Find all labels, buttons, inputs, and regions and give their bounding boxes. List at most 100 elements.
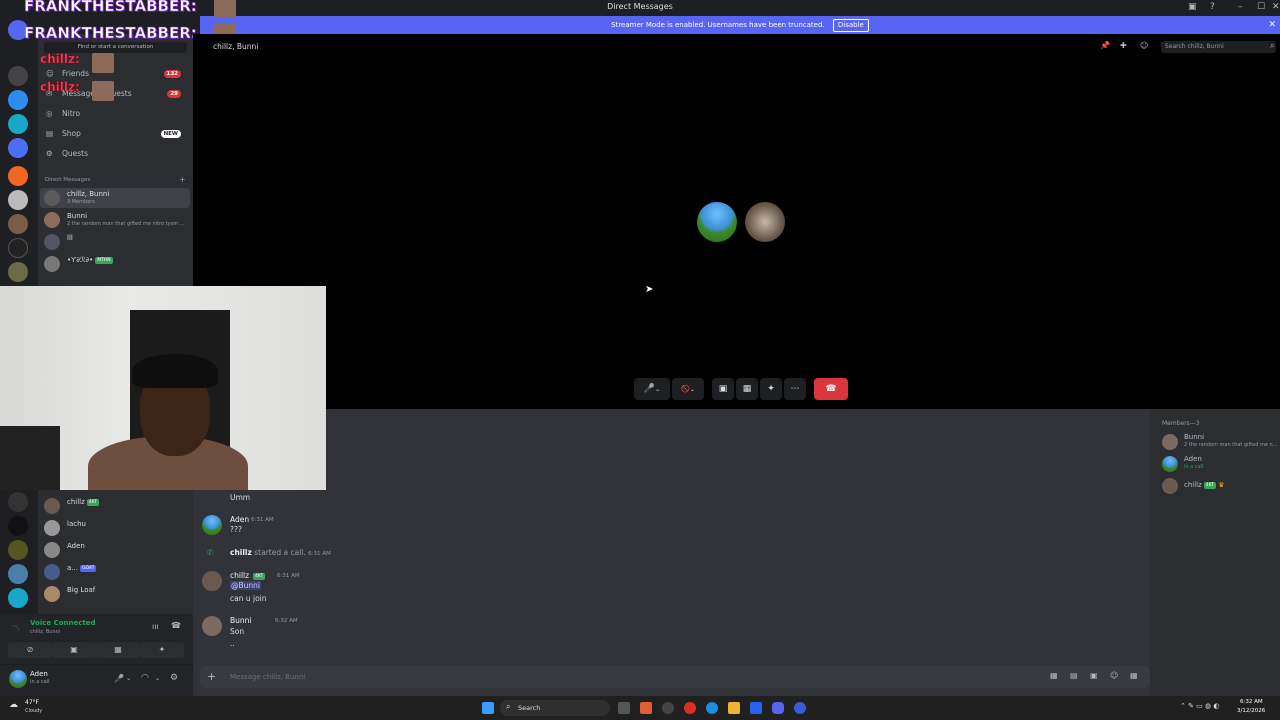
server-icon[interactable] xyxy=(8,238,28,258)
dm-item[interactable]: a... GOAT xyxy=(40,562,190,582)
file-explorer-icon[interactable] xyxy=(728,702,740,714)
more-options-button[interactable]: ⋯ xyxy=(784,378,806,400)
server-icon[interactable] xyxy=(8,214,28,234)
dm-item[interactable]: lachu xyxy=(40,518,190,538)
attach-icon[interactable]: + xyxy=(207,670,216,683)
message-composer[interactable]: + Message chillz, Bunni ▦ ▤ ▣ ☺ ▦ xyxy=(200,666,1150,688)
discord-icon[interactable] xyxy=(772,702,784,714)
avatar[interactable] xyxy=(202,571,222,591)
soundboard-button[interactable]: ✦ xyxy=(140,642,184,658)
app-icon[interactable] xyxy=(794,702,806,714)
start-icon[interactable] xyxy=(482,702,494,714)
dm-item[interactable]: •Ƴ∂ℛ∂• MTHN xyxy=(40,254,190,274)
clock-time[interactable]: 6:32 AM xyxy=(1240,699,1263,705)
close-banner-icon[interactable]: ✕ xyxy=(1268,16,1276,34)
dm-item[interactable]: Aden xyxy=(40,540,190,560)
copilot-icon[interactable] xyxy=(640,702,652,714)
chevron-down-icon[interactable]: ⌄ xyxy=(126,675,131,682)
emoji-icon[interactable]: ☺ xyxy=(1110,671,1118,680)
chevron-down-icon[interactable]: ⌄ xyxy=(155,675,160,682)
noise-suppression-icon[interactable]: ııı xyxy=(152,622,159,631)
dm-name: a... GOAT xyxy=(67,564,97,572)
message-author[interactable]: chillz xyxy=(230,571,249,580)
mute-button[interactable]: 🎤⌄ xyxy=(634,378,670,400)
add-friends-icon[interactable]: ✚ xyxy=(1120,41,1127,50)
minimize-button[interactable]: – xyxy=(1238,2,1243,12)
weather-icon[interactable]: ☁ xyxy=(9,700,18,710)
camera-toggle-button[interactable]: ⊘ xyxy=(8,642,52,658)
apps-icon[interactable]: ▦ xyxy=(1130,671,1138,680)
member-list-icon[interactable]: ☺ xyxy=(1140,41,1148,50)
overlay-chat-line: FRANKTHESTABBER: xyxy=(24,24,197,43)
task-view-icon[interactable] xyxy=(618,702,630,714)
camera-button[interactable]: 🚫⌄ xyxy=(672,378,704,400)
message-author[interactable]: Bunni xyxy=(230,616,252,625)
avatar[interactable] xyxy=(202,616,222,636)
app-icon[interactable] xyxy=(662,702,674,714)
disconnect-icon[interactable]: ☎ xyxy=(171,621,181,630)
voice-channel[interactable]: chillz, Bunni xyxy=(30,629,60,635)
server-icon[interactable] xyxy=(8,588,28,608)
participant-avatar[interactable] xyxy=(697,202,737,242)
edge-icon[interactable] xyxy=(706,702,718,714)
server-icon[interactable] xyxy=(8,90,28,110)
chrome-icon[interactable] xyxy=(684,702,696,714)
nav-shop[interactable]: ▤ Shop xyxy=(46,129,81,138)
settings-gear-icon[interactable]: ⚙ xyxy=(170,673,178,683)
server-icon[interactable] xyxy=(8,516,28,536)
headphones-icon[interactable]: ◠ xyxy=(141,673,149,683)
member-item[interactable]: Aden In a call xyxy=(1162,454,1280,474)
members-header: Members—3 xyxy=(1162,420,1200,427)
server-icon[interactable] xyxy=(8,492,28,512)
server-icon[interactable] xyxy=(8,262,28,282)
user-name[interactable]: Aden xyxy=(30,670,48,678)
dm-item[interactable]: chillz 4KT xyxy=(40,496,190,516)
gift-icon[interactable]: ▦ xyxy=(1050,671,1058,680)
dm-item[interactable]: Big Loaf xyxy=(40,584,190,604)
member-item[interactable]: Bunni 2 the random man that gifted me n.… xyxy=(1162,432,1280,452)
app-icon[interactable] xyxy=(750,702,762,714)
weather-temp: 47°F xyxy=(25,699,40,706)
sticker-icon[interactable]: ▣ xyxy=(1090,671,1098,680)
avatar[interactable] xyxy=(202,515,222,535)
dm-item[interactable]: lll xyxy=(40,232,190,252)
inbox-icon[interactable]: ▣ xyxy=(1188,2,1197,12)
participant-avatar[interactable] xyxy=(745,202,785,242)
soundboard-button[interactable]: ✦ xyxy=(760,378,782,400)
nav-friends[interactable]: ☺ Friends xyxy=(46,69,89,78)
server-icon[interactable] xyxy=(8,114,28,134)
screen-share-button[interactable]: ▣ xyxy=(712,378,734,400)
message-author[interactable]: Aden xyxy=(230,515,249,524)
screen-share-button[interactable]: ▣ xyxy=(52,642,96,658)
gif-icon[interactable]: ▤ xyxy=(1070,671,1078,680)
message-input[interactable]: Message chillz, Bunni xyxy=(230,673,305,681)
close-button[interactable]: ✕ xyxy=(1272,2,1280,12)
tray-icons[interactable]: ⌃ ✎ ▭ ◍ ◐ xyxy=(1180,702,1219,710)
server-icon[interactable] xyxy=(8,166,28,186)
activities-button[interactable]: ▦ xyxy=(736,378,758,400)
microphone-icon[interactable]: 🎤 xyxy=(114,674,124,683)
pin-icon[interactable]: 📌 xyxy=(1100,41,1110,50)
dm-item[interactable]: Bunni 2 the random man that gifted me ni… xyxy=(40,210,190,230)
server-icon[interactable] xyxy=(8,138,28,158)
maximize-button[interactable]: ☐ xyxy=(1257,2,1265,12)
create-dm-button[interactable]: + xyxy=(179,175,186,184)
mention[interactable]: @Bunni xyxy=(230,581,261,590)
disconnect-button[interactable]: ☎ xyxy=(814,378,848,400)
taskbar-search[interactable]: ⌕ Search xyxy=(500,700,610,716)
avatar[interactable] xyxy=(9,670,27,688)
server-icon[interactable] xyxy=(8,540,28,560)
member-item[interactable]: chillz 4KT ♛ xyxy=(1162,476,1280,496)
nav-quests[interactable]: ⚙ Quests xyxy=(46,149,88,158)
server-icon[interactable] xyxy=(8,564,28,584)
search-input[interactable]: Search chillz, Bunni xyxy=(1161,41,1276,53)
server-icon[interactable] xyxy=(8,190,28,210)
clock-date[interactable]: 3/12/2026 xyxy=(1237,708,1265,714)
disable-streamer-mode-button[interactable]: Disable xyxy=(832,19,869,32)
nav-nitro[interactable]: ◎ Nitro xyxy=(46,109,80,118)
help-icon[interactable]: ? xyxy=(1210,2,1215,12)
dm-item[interactable]: chillz, Bunni 3 Members xyxy=(40,188,190,208)
server-icon[interactable] xyxy=(8,66,28,86)
signal-icon[interactable]: 〽 xyxy=(12,623,20,634)
activities-button[interactable]: ▦ xyxy=(96,642,140,658)
